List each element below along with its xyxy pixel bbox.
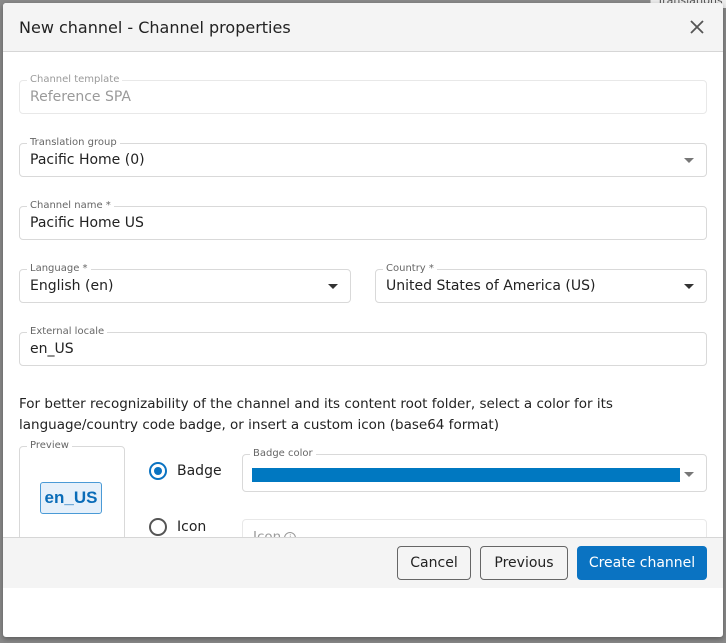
close-button[interactable] xyxy=(685,15,709,39)
translation-group-select[interactable]: Translation group Pacific Home (0) xyxy=(19,136,707,177)
dialog-footer: Cancel Previous Create channel xyxy=(3,537,723,588)
channel-template-label: Channel template xyxy=(27,73,123,87)
badge-radio[interactable] xyxy=(149,462,167,480)
new-channel-dialog: New channel - Channel properties Channel… xyxy=(3,3,723,637)
channel-name-input[interactable]: Channel name * Pacific Home US xyxy=(19,199,707,240)
badge-description: For better recognizability of the channe… xyxy=(19,396,613,433)
create-channel-button[interactable]: Create channel xyxy=(577,546,707,580)
icon-radio-option[interactable]: Icon xyxy=(149,518,206,536)
chevron-down-icon xyxy=(684,284,694,289)
badge-radio-option[interactable]: Badge xyxy=(149,462,222,480)
external-locale-label: External locale xyxy=(27,325,108,339)
chevron-down-icon xyxy=(684,472,694,477)
language-value: English (en) xyxy=(30,278,114,294)
icon-radio-label: Icon xyxy=(177,519,207,535)
external-locale-value: en_US xyxy=(30,341,74,357)
icon-radio[interactable] xyxy=(149,518,167,536)
badge-color-label: Badge color xyxy=(250,447,316,461)
translation-group-value: Pacific Home (0) xyxy=(30,152,145,168)
language-select[interactable]: Language * English (en) xyxy=(19,262,351,303)
dialog-header: New channel - Channel properties xyxy=(3,3,723,52)
chevron-down-icon xyxy=(328,284,338,289)
cancel-button[interactable]: Cancel xyxy=(397,546,471,580)
channel-name-label: Channel name * xyxy=(27,199,114,213)
external-locale-input[interactable]: External locale en_US xyxy=(19,325,707,366)
previous-button[interactable]: Previous xyxy=(480,546,568,580)
badge-color-swatch xyxy=(252,468,680,482)
translation-group-label: Translation group xyxy=(27,136,120,150)
language-label: Language * xyxy=(27,262,91,276)
channel-name-value: Pacific Home US xyxy=(30,215,144,231)
preview-badge: en_US xyxy=(40,482,102,514)
country-label: Country * xyxy=(383,262,437,276)
preview-label: Preview xyxy=(27,439,72,453)
channel-template-field: Channel template Reference SPA xyxy=(19,73,707,114)
chevron-down-icon xyxy=(684,158,694,163)
country-select[interactable]: Country * United States of America (US) xyxy=(375,262,707,303)
dialog-title: New channel - Channel properties xyxy=(19,17,291,37)
dialog-body: Channel template Reference SPA Translati… xyxy=(3,52,723,588)
country-value: United States of America (US) xyxy=(386,278,596,294)
close-icon xyxy=(690,20,704,34)
badge-radio-label: Badge xyxy=(177,463,222,479)
channel-template-value: Reference SPA xyxy=(30,89,131,105)
badge-color-select[interactable]: Badge color xyxy=(242,447,707,492)
